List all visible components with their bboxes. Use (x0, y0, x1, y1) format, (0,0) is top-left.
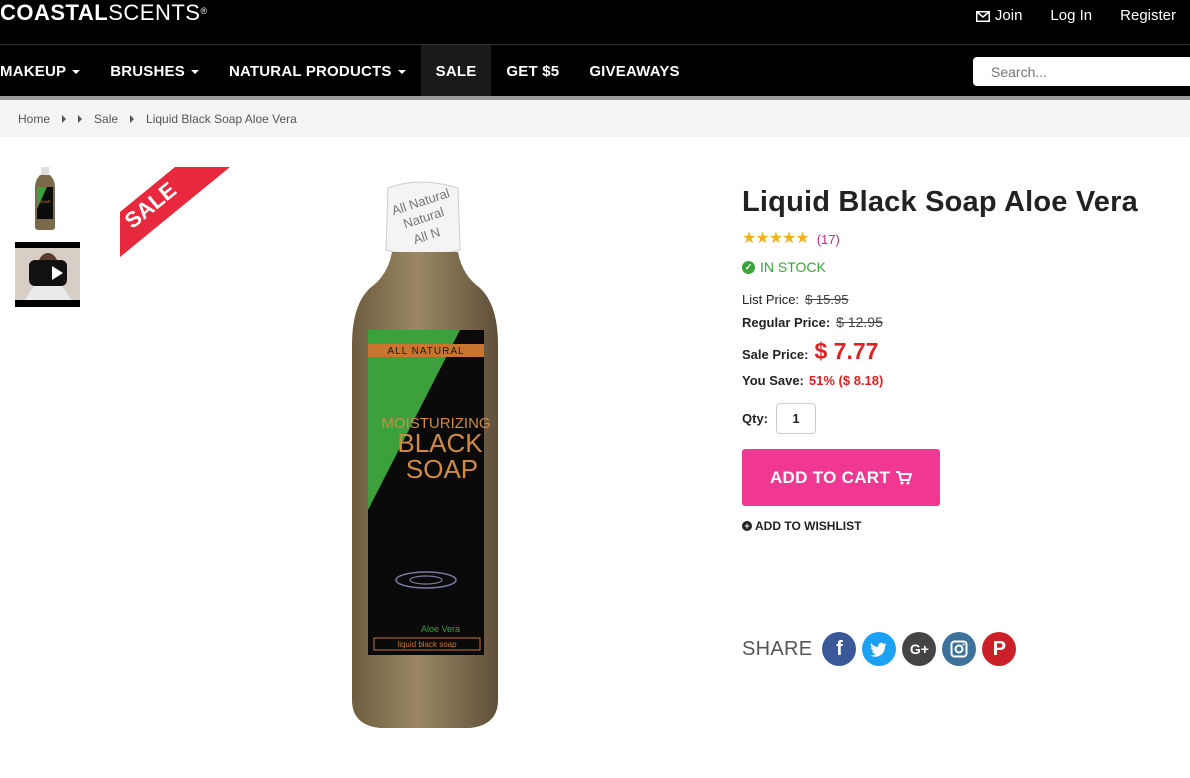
site-logo[interactable]: COASTALSCENTS® (0, 0, 208, 26)
play-icon (52, 266, 63, 280)
breadcrumb-current: Liquid Black Soap Aloe Vera (146, 111, 297, 126)
product-title: Liquid Black Soap Aloe Vera (742, 186, 1138, 218)
breadcrumb-arrow-icon (62, 114, 67, 123)
star-icon: ★ (742, 230, 756, 247)
caret-down-icon (397, 70, 406, 74)
plus-circle-icon: + (742, 521, 752, 531)
breadcrumb: Home Sale Liquid Black Soap Aloe Vera (0, 100, 1190, 137)
star-icon: ★ (755, 230, 769, 247)
caret-down-icon (190, 70, 199, 74)
breadcrumb-home[interactable]: Home (18, 112, 50, 126)
search-input[interactable] (973, 57, 1190, 86)
list-price: List Price: $ 15.95 (742, 292, 849, 307)
check-circle-icon: ✓ (742, 260, 755, 274)
play-button[interactable] (29, 260, 67, 286)
you-save: You Save: 51% ($ 8.18) (742, 373, 884, 388)
svg-text:ALL NATURAL: ALL NATURAL (387, 346, 464, 357)
main-nav: MAKEUP BRUSHES NATURAL PRODUCTS SALE GET… (0, 44, 1190, 97)
top-bar: COASTALSCENTS® Join Log In Register (0, 0, 1190, 44)
stock-status: ✓ IN STOCK (742, 259, 826, 275)
regular-price: Regular Price: $ 12.95 (742, 314, 883, 330)
breadcrumb-arrow-icon (130, 114, 135, 123)
star-icon: ★ (795, 230, 809, 247)
pinterest-icon[interactable]: P (982, 632, 1017, 666)
svg-text:Aloe Vera: Aloe Vera (421, 624, 460, 634)
sale-ribbon: SALE (120, 167, 230, 257)
video-thumbnail[interactable] (15, 242, 80, 307)
account-links: Join Log In Register (962, 6, 1190, 26)
caret-down-icon (72, 70, 81, 74)
product-thumbnail[interactable]: SOAP (33, 167, 57, 230)
quantity-input[interactable] (776, 403, 816, 434)
nav-natural-products[interactable]: NATURAL PRODUCTS (214, 45, 421, 97)
svg-text:liquid black soap: liquid black soap (397, 640, 457, 649)
qty-label: Qty: (742, 411, 768, 426)
star-icon: ★ (782, 230, 796, 247)
breadcrumb-arrow-icon (78, 114, 83, 123)
register-link[interactable]: Register (1106, 6, 1190, 26)
nav-brushes[interactable]: BRUSHES (95, 45, 214, 97)
google-plus-icon[interactable]: G+ (902, 632, 937, 666)
sale-price: Sale Price: $ 7.77 (742, 338, 879, 364)
svg-text:SOAP: SOAP (406, 454, 478, 484)
rating[interactable]: ★ ★ ★ ★ ★ (17) (742, 230, 840, 248)
nav-sale[interactable]: SALE (420, 45, 492, 97)
add-to-wishlist-link[interactable]: + ADD TO WISHLIST (742, 519, 861, 533)
join-label: Join (994, 7, 1023, 24)
rating-count[interactable]: (17) (817, 232, 840, 247)
instagram-icon[interactable] (942, 632, 977, 666)
nav-giveaways[interactable]: GIVEAWAYS (574, 45, 694, 97)
join-link[interactable]: Join (962, 6, 1037, 26)
nav-get-5[interactable]: GET $5 (491, 45, 574, 97)
share-label: SHARE (742, 637, 813, 660)
product-image[interactable]: All Natural Natural All N ALL NATURAL MO… (330, 180, 510, 735)
star-icon: ★ (768, 230, 783, 247)
cart-icon (896, 470, 913, 484)
facebook-icon[interactable]: f (822, 632, 857, 666)
share-bar: SHARE f G+ P (742, 632, 1017, 666)
nav-makeup[interactable]: MAKEUP (0, 45, 95, 97)
twitter-icon[interactable] (862, 632, 897, 666)
login-link[interactable]: Log In (1036, 6, 1106, 26)
svg-text:SOAP: SOAP (39, 199, 50, 204)
envelope-icon (975, 10, 990, 22)
breadcrumb-sale[interactable]: Sale (94, 112, 118, 126)
add-to-cart-button[interactable]: ADD TO CART (742, 449, 940, 506)
